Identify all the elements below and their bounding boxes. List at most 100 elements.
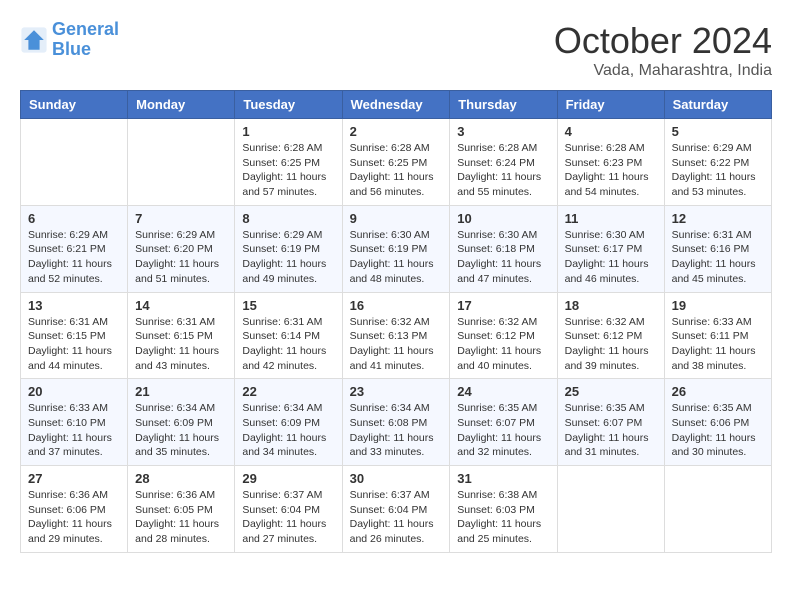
- day-info: Sunrise: 6:30 AMSunset: 6:17 PMDaylight:…: [565, 228, 657, 287]
- calendar-cell: [664, 466, 771, 553]
- calendar-cell: 20 Sunrise: 6:33 AMSunset: 6:10 PMDayligh…: [21, 379, 128, 466]
- calendar-cell: 29 Sunrise: 6:37 AMSunset: 6:04 PMDayligh…: [235, 466, 342, 553]
- weekday-header: Monday: [128, 91, 235, 119]
- month-title: October 2024: [554, 20, 772, 62]
- day-info: Sunrise: 6:34 AMSunset: 6:09 PMDaylight:…: [242, 401, 334, 460]
- calendar-cell: [128, 119, 235, 206]
- day-number: 17: [457, 298, 549, 313]
- calendar-cell: 5 Sunrise: 6:29 AMSunset: 6:22 PMDaylight…: [664, 119, 771, 206]
- day-number: 7: [135, 211, 227, 226]
- calendar-cell: [557, 466, 664, 553]
- calendar-cell: 15 Sunrise: 6:31 AMSunset: 6:14 PMDayligh…: [235, 292, 342, 379]
- day-info: Sunrise: 6:32 AMSunset: 6:12 PMDaylight:…: [565, 315, 657, 374]
- calendar-cell: [21, 119, 128, 206]
- day-info: Sunrise: 6:34 AMSunset: 6:09 PMDaylight:…: [135, 401, 227, 460]
- logo: General Blue: [20, 20, 119, 60]
- day-info: Sunrise: 6:33 AMSunset: 6:11 PMDaylight:…: [672, 315, 764, 374]
- day-number: 29: [242, 471, 334, 486]
- calendar-cell: 8Sunrise: 6:29 AMSunset: 6:19 PMDaylight…: [235, 205, 342, 292]
- day-info: Sunrise: 6:29 AMSunset: 6:22 PMDaylight:…: [672, 141, 764, 200]
- day-number: 5: [672, 124, 764, 139]
- day-number: 19: [672, 298, 764, 313]
- day-number: 10: [457, 211, 549, 226]
- calendar-cell: 13 Sunrise: 6:31 AMSunset: 6:15 PMDayligh…: [21, 292, 128, 379]
- day-number: 22: [242, 384, 334, 399]
- day-number: 2: [350, 124, 443, 139]
- day-info: Sunrise: 6:28 AMSunset: 6:23 PMDaylight:…: [565, 141, 657, 200]
- calendar-cell: 14Sunrise: 6:31 AMSunset: 6:15 PMDayligh…: [128, 292, 235, 379]
- weekday-header: Saturday: [664, 91, 771, 119]
- day-number: 9: [350, 211, 443, 226]
- day-info: Sunrise: 6:37 AMSunset: 6:04 PMDaylight:…: [242, 488, 334, 547]
- day-info: Sunrise: 6:31 AMSunset: 6:15 PMDaylight:…: [28, 315, 120, 374]
- weekday-header: Friday: [557, 91, 664, 119]
- day-info: Sunrise: 6:33 AMSunset: 6:10 PMDaylight:…: [28, 401, 120, 460]
- calendar-cell: 24Sunrise: 6:35 AMSunset: 6:07 PMDayligh…: [450, 379, 557, 466]
- day-info: Sunrise: 6:37 AMSunset: 6:04 PMDaylight:…: [350, 488, 443, 547]
- calendar-cell: 22 Sunrise: 6:34 AMSunset: 6:09 PMDayligh…: [235, 379, 342, 466]
- weekday-header: Tuesday: [235, 91, 342, 119]
- day-number: 13: [28, 298, 120, 313]
- day-info: Sunrise: 6:29 AMSunset: 6:21 PMDaylight:…: [28, 228, 120, 287]
- calendar-week-row: 6Sunrise: 6:29 AMSunset: 6:21 PMDaylight…: [21, 205, 772, 292]
- day-number: 28: [135, 471, 227, 486]
- calendar-cell: 11 Sunrise: 6:30 AMSunset: 6:17 PMDayligh…: [557, 205, 664, 292]
- day-number: 30: [350, 471, 443, 486]
- day-info: Sunrise: 6:30 AMSunset: 6:18 PMDaylight:…: [457, 228, 549, 287]
- day-number: 15: [242, 298, 334, 313]
- day-info: Sunrise: 6:38 AMSunset: 6:03 PMDaylight:…: [457, 488, 549, 547]
- calendar-cell: 4 Sunrise: 6:28 AMSunset: 6:23 PMDaylight…: [557, 119, 664, 206]
- day-info: Sunrise: 6:29 AMSunset: 6:19 PMDaylight:…: [242, 228, 334, 287]
- day-info: Sunrise: 6:31 AMSunset: 6:14 PMDaylight:…: [242, 315, 334, 374]
- calendar-cell: 7 Sunrise: 6:29 AMSunset: 6:20 PMDaylight…: [128, 205, 235, 292]
- calendar-cell: 16 Sunrise: 6:32 AMSunset: 6:13 PMDayligh…: [342, 292, 450, 379]
- calendar-cell: 26 Sunrise: 6:35 AMSunset: 6:06 PMDayligh…: [664, 379, 771, 466]
- calendar-cell: 23 Sunrise: 6:34 AMSunset: 6:08 PMDayligh…: [342, 379, 450, 466]
- day-info: Sunrise: 6:34 AMSunset: 6:08 PMDaylight:…: [350, 401, 443, 460]
- calendar-cell: 10 Sunrise: 6:30 AMSunset: 6:18 PMDayligh…: [450, 205, 557, 292]
- calendar-table: SundayMondayTuesdayWednesdayThursdayFrid…: [20, 90, 772, 553]
- weekday-header: Thursday: [450, 91, 557, 119]
- day-info: Sunrise: 6:36 AMSunset: 6:05 PMDaylight:…: [135, 488, 227, 547]
- calendar-cell: 6Sunrise: 6:29 AMSunset: 6:21 PMDaylight…: [21, 205, 128, 292]
- day-number: 18: [565, 298, 657, 313]
- weekday-header-row: SundayMondayTuesdayWednesdayThursdayFrid…: [21, 91, 772, 119]
- calendar-week-row: 20 Sunrise: 6:33 AMSunset: 6:10 PMDayligh…: [21, 379, 772, 466]
- day-info: Sunrise: 6:32 AMSunset: 6:13 PMDaylight:…: [350, 315, 443, 374]
- calendar-cell: 19 Sunrise: 6:33 AMSunset: 6:11 PMDayligh…: [664, 292, 771, 379]
- logo-text: General Blue: [52, 20, 119, 60]
- day-info: Sunrise: 6:35 AMSunset: 6:07 PMDaylight:…: [565, 401, 657, 460]
- day-info: Sunrise: 6:28 AMSunset: 6:25 PMDaylight:…: [350, 141, 443, 200]
- location: Vada, Maharashtra, India: [554, 62, 772, 80]
- calendar-cell: 2 Sunrise: 6:28 AMSunset: 6:25 PMDaylight…: [342, 119, 450, 206]
- calendar-cell: 1Sunrise: 6:28 AMSunset: 6:25 PMDaylight…: [235, 119, 342, 206]
- calendar-cell: 12Sunrise: 6:31 AMSunset: 6:16 PMDayligh…: [664, 205, 771, 292]
- day-number: 24: [457, 384, 549, 399]
- day-info: Sunrise: 6:30 AMSunset: 6:19 PMDaylight:…: [350, 228, 443, 287]
- day-number: 21: [135, 384, 227, 399]
- calendar-cell: 25 Sunrise: 6:35 AMSunset: 6:07 PMDayligh…: [557, 379, 664, 466]
- calendar-cell: 28 Sunrise: 6:36 AMSunset: 6:05 PMDayligh…: [128, 466, 235, 553]
- day-number: 26: [672, 384, 764, 399]
- calendar-week-row: 1 Sunrise: 6:28 AMSunset: 6:25 PMDaylight…: [21, 119, 772, 206]
- day-info: Sunrise: 6:32 AMSunset: 6:12 PMDaylight:…: [457, 315, 549, 374]
- logo-line1: General: [52, 19, 119, 39]
- day-number: 25: [565, 384, 657, 399]
- day-number: 16: [350, 298, 443, 313]
- day-number: 3: [457, 124, 549, 139]
- calendar-week-row: 13 Sunrise: 6:31 AMSunset: 6:15 PMDayligh…: [21, 292, 772, 379]
- day-number: 1: [242, 124, 334, 139]
- calendar-cell: 30 Sunrise: 6:37 AMSunset: 6:04 PMDayligh…: [342, 466, 450, 553]
- logo-icon: [20, 26, 48, 54]
- calendar-cell: 18 Sunrise: 6:32 AMSunset: 6:12 PMDayligh…: [557, 292, 664, 379]
- title-section: October 2024 Vada, Maharashtra, India: [554, 20, 772, 80]
- weekday-header: Sunday: [21, 91, 128, 119]
- day-info: Sunrise: 6:35 AMSunset: 6:06 PMDaylight:…: [672, 401, 764, 460]
- day-number: 23: [350, 384, 443, 399]
- calendar-week-row: 27Sunrise: 6:36 AMSunset: 6:06 PMDayligh…: [21, 466, 772, 553]
- day-info: Sunrise: 6:31 AMSunset: 6:16 PMDaylight:…: [672, 228, 764, 287]
- day-info: Sunrise: 6:29 AMSunset: 6:20 PMDaylight:…: [135, 228, 227, 287]
- day-number: 4: [565, 124, 657, 139]
- day-number: 11: [565, 211, 657, 226]
- day-number: 20: [28, 384, 120, 399]
